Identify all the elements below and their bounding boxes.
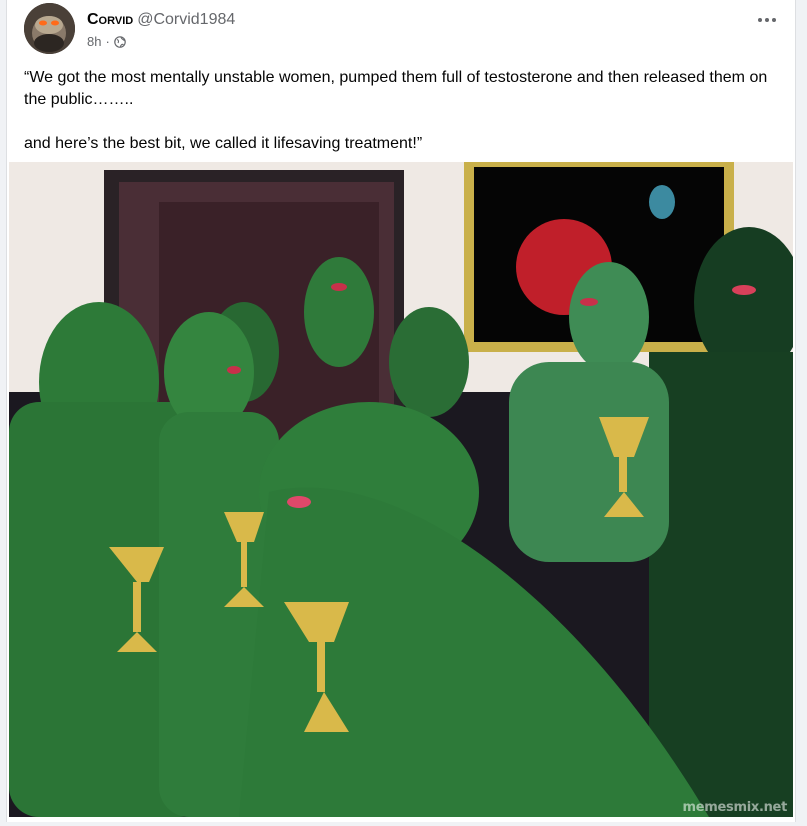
globe-icon (114, 35, 126, 48)
image-watermark: memesmix.net (682, 800, 788, 815)
post-body: “We got the most mentally unstable women… (24, 67, 774, 155)
meta-separator: · (105, 34, 110, 49)
post-image[interactable]: memesmix.net (9, 162, 793, 817)
post-timestamp[interactable]: 8h (87, 34, 101, 49)
avatar-image (24, 3, 75, 54)
author-name[interactable]: Corvid (87, 11, 133, 28)
more-options-button[interactable] (753, 10, 781, 30)
avatar[interactable] (24, 3, 75, 54)
post-card: Corvid @Corvid1984 8h · “We got the most … (6, 0, 796, 822)
lizard-party-illustration (9, 162, 793, 817)
post-text-line-1: “We got the most mentally unstable women… (24, 69, 768, 108)
post-text-line-2: and here’s the best bit, we called it li… (24, 135, 423, 152)
author-line: Corvid @Corvid1984 (87, 10, 235, 30)
author-handle[interactable]: @Corvid1984 (137, 11, 235, 28)
post-meta: 8h · (87, 34, 126, 49)
more-horizontal-icon (758, 18, 776, 22)
